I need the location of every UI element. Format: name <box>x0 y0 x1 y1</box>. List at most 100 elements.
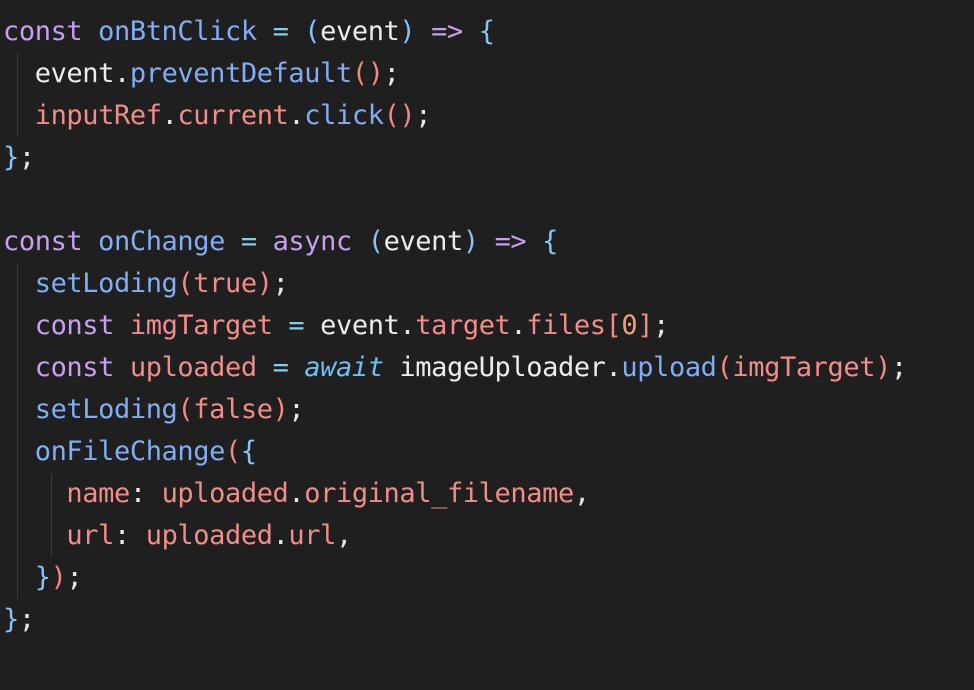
code-token: = <box>272 352 289 383</box>
code-token: url <box>288 520 336 551</box>
code-token: , <box>573 478 590 509</box>
code-line[interactable] <box>3 179 974 221</box>
code-line[interactable]: const uploaded = await imageUploader.upl… <box>3 347 974 389</box>
code-token: ) <box>875 352 891 383</box>
code-token: . <box>605 352 622 383</box>
code-line[interactable]: }; <box>3 599 974 641</box>
code-token: ; <box>18 142 35 173</box>
code-line[interactable]: const onBtnClick = (event) => { <box>3 11 974 53</box>
code-token: = <box>272 16 289 47</box>
code-token: [ <box>605 310 622 341</box>
code-token: ) <box>272 394 289 425</box>
indent-guide <box>17 53 18 95</box>
code-token: ; <box>653 310 669 341</box>
code-token: inputRef <box>34 100 162 131</box>
indent-guide <box>17 389 18 431</box>
code-token: setLoding <box>34 394 178 425</box>
indent-guide <box>17 347 18 389</box>
code-token: . <box>288 478 305 509</box>
code-token: const <box>34 352 115 383</box>
code-token: } <box>34 562 51 593</box>
code-token: . <box>288 100 305 131</box>
code-line[interactable]: setLoding(false); <box>3 389 974 431</box>
code-token: ) <box>399 16 416 47</box>
code-token: . <box>399 310 416 341</box>
indent-guide <box>17 431 18 473</box>
code-token: . <box>510 310 527 341</box>
code-token: onFileChange <box>34 436 226 467</box>
code-token: uploaded <box>145 520 273 551</box>
code-line[interactable]: const onChange = async (event) => { <box>3 221 974 263</box>
code-token: target <box>415 310 511 341</box>
code-token: onChange <box>98 226 225 257</box>
code-line[interactable]: }); <box>3 557 974 599</box>
code-line[interactable]: const imgTarget = event.target.files[0]; <box>3 305 974 347</box>
code-token: ( <box>367 226 384 257</box>
code-token: ( <box>177 394 194 425</box>
code-token: imageUploader <box>399 352 606 383</box>
code-line[interactable]: url: uploaded.url, <box>3 515 974 557</box>
code-line[interactable]: inputRef.current.click(); <box>3 95 974 137</box>
code-token: ( <box>716 352 733 383</box>
indent-guide <box>17 473 18 515</box>
code-token: ; <box>383 58 400 89</box>
code-line[interactable]: onFileChange({ <box>3 431 974 473</box>
code-token: const <box>34 310 115 341</box>
code-token: const <box>3 226 83 257</box>
code-token: : <box>129 478 162 509</box>
code-token: event <box>383 226 464 257</box>
code-token: ( <box>224 436 241 467</box>
code-token: click <box>304 100 384 131</box>
code-token: setLoding <box>34 268 178 299</box>
code-line[interactable]: event.preventDefault(); <box>3 53 974 95</box>
code-editor[interactable]: const onBtnClick = (event) => { event.pr… <box>0 0 974 690</box>
indent-guide <box>51 473 52 515</box>
code-line[interactable]: setLoding(true); <box>3 263 974 305</box>
code-token: files <box>526 310 606 341</box>
code-token: 0 <box>621 310 638 341</box>
code-token: = <box>288 310 305 341</box>
code-token: . <box>161 100 178 131</box>
code-token: { <box>542 226 558 257</box>
code-line[interactable]: }; <box>3 137 974 179</box>
code-token: ; <box>66 562 83 593</box>
code-token: . <box>114 58 130 89</box>
code-token: async <box>272 226 353 257</box>
indent-guide <box>17 95 18 137</box>
code-token: ( <box>304 16 321 47</box>
indent-guide <box>17 557 18 599</box>
code-token: event <box>320 16 400 47</box>
code-token: { <box>478 16 495 47</box>
code-token: onBtnClick <box>98 16 257 47</box>
code-token: { <box>240 436 257 467</box>
code-line[interactable]: name: uploaded.original_filename, <box>3 473 974 515</box>
code-token: . <box>272 520 289 551</box>
code-token: await <box>304 352 384 383</box>
code-token: name <box>66 478 130 509</box>
code-token: original_filename <box>304 478 574 509</box>
